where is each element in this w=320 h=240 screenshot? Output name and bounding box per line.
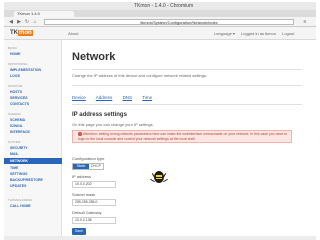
- menu-icon[interactable]: ≡: [302, 19, 308, 25]
- sidebar-item-updates[interactable]: Updates: [10, 184, 26, 188]
- config-type-label: Configuration type: [72, 156, 105, 161]
- logout-link[interactable]: Logout: [282, 31, 294, 36]
- divider: [72, 69, 302, 70]
- tab-bar: TKmon 1.4.0: [4, 10, 316, 17]
- config-type-toggle[interactable]: Static DHCP: [72, 163, 104, 170]
- page-description: Change the IP address of this device and…: [72, 73, 208, 78]
- ip-address-input[interactable]: 10.0.0.202: [72, 181, 116, 188]
- window-bottom-edge: [4, 236, 316, 240]
- url-field[interactable]: /tkmon/System/Configuration/Network/inde…: [44, 19, 294, 25]
- subnav-device[interactable]: Device: [72, 95, 86, 100]
- window-title-bar: TKmon - 1.4.0 - Chromium: [4, 2, 316, 16]
- window-controls[interactable]: [6, 3, 26, 16]
- forward-icon[interactable]: ▶: [16, 19, 22, 25]
- sidebar-group-schema: Schema: [8, 112, 21, 116]
- ip-address-label: IP address: [72, 174, 92, 179]
- sidebar-item-mail[interactable]: Mail: [10, 152, 19, 156]
- save-button[interactable]: Save: [72, 228, 86, 235]
- subnav-time[interactable]: Time: [142, 95, 152, 100]
- sidebar-item-schema[interactable]: Schema: [10, 118, 25, 122]
- reload-icon[interactable]: ↻: [24, 19, 30, 25]
- subnet-mask-input[interactable]: 255.255.255.0: [72, 199, 116, 206]
- sidebar-item-logs[interactable]: Logs: [10, 74, 20, 78]
- language-menu[interactable]: Language ▾: [214, 31, 235, 36]
- sidebar-item-home[interactable]: Home: [10, 52, 21, 56]
- brand-prefix: TK: [10, 30, 18, 36]
- sidebar: Basic Home Monitoring Implementation Log…: [4, 40, 62, 236]
- divider: [72, 104, 302, 105]
- sidebar-item-network[interactable]: Network: [4, 158, 62, 164]
- sidebar-item-time[interactable]: Time: [10, 166, 18, 170]
- sidebar-item-backup-restore[interactable]: Backup/Restore: [10, 178, 43, 182]
- section-title: IP address settings: [72, 112, 127, 118]
- header-right: Language ▾ Logged in as tkmon Logout: [214, 29, 299, 38]
- section-description: On this page you can change your IP sett…: [72, 122, 154, 127]
- window-title: TKmon - 1.4.0 - Chromium: [134, 3, 194, 9]
- sidebar-group-monitor: Monitor: [8, 84, 23, 88]
- warning-alert: ! Attention: setting wrong network parame…: [72, 130, 292, 143]
- about-link[interactable]: About: [68, 29, 78, 38]
- subnet-mask-label: Subnet mask: [72, 192, 96, 197]
- sidebar-item-security[interactable]: Security: [10, 146, 28, 150]
- sidebar-group-basic: Basic: [8, 46, 18, 50]
- main-content: Network Change the IP address of this de…: [62, 40, 312, 236]
- sub-navigation: Device Address DNS Time: [72, 95, 161, 100]
- sidebar-item-icinga[interactable]: Icinga: [10, 124, 22, 128]
- page-title: Network: [72, 51, 116, 63]
- sidebar-item-contacts[interactable]: Contacts: [10, 102, 29, 106]
- brand-suffix: mon: [18, 30, 33, 36]
- sidebar-group-monitoring: Monitoring: [8, 62, 28, 66]
- sidebar-item-settings[interactable]: Settings: [10, 172, 28, 176]
- sidebar-group-system: System: [8, 140, 21, 144]
- warning-text: Attention: setting wrong network paramet…: [78, 132, 288, 141]
- sidebar-item-implementation[interactable]: Implementation: [10, 68, 41, 72]
- sidebar-item-call-home[interactable]: Call Home: [10, 204, 31, 208]
- subnav-address[interactable]: Address: [96, 95, 113, 100]
- default-gateway-input[interactable]: 10.0.0.138: [72, 217, 116, 224]
- warning-icon: !: [78, 132, 82, 137]
- bee-mascot-icon: [150, 168, 168, 186]
- config-dhcp-option[interactable]: DHCP: [89, 164, 103, 169]
- back-icon[interactable]: ◀: [8, 19, 14, 25]
- divider: [72, 85, 302, 86]
- app-header: TKmon About Language ▾ Logged in as tkmo…: [4, 27, 316, 40]
- logged-in-user[interactable]: Logged in as tkmon: [241, 31, 276, 36]
- sidebar-group-thomas-krenn: Thomas-Krenn: [8, 198, 33, 202]
- home-icon[interactable]: ⌂: [32, 19, 38, 25]
- config-static-option[interactable]: Static: [73, 164, 89, 169]
- sidebar-item-services[interactable]: Services: [10, 96, 28, 100]
- default-gateway-label: Default Gateway: [72, 210, 102, 215]
- browser-toolbar: ◀ ▶ ↻ ⌂ /tkmon/System/Configuration/Netw…: [4, 17, 316, 27]
- sidebar-item-interface[interactable]: Interface: [10, 130, 30, 134]
- sidebar-item-hosts[interactable]: Hosts: [10, 90, 22, 94]
- brand-logo[interactable]: TKmon: [10, 29, 33, 38]
- subnav-dns[interactable]: DNS: [123, 95, 133, 100]
